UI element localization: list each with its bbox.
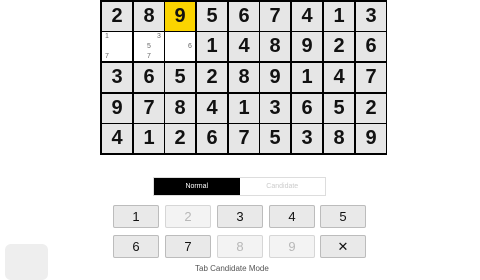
candidate-digit: [185, 51, 195, 61]
sudoku-cell[interactable]: 4: [102, 124, 132, 153]
sudoku-cell[interactable]: 3: [102, 63, 132, 92]
candidate-digit: [134, 42, 144, 52]
sudoku-cell[interactable]: 4: [292, 2, 322, 31]
number-key-button[interactable]: 3: [217, 205, 263, 228]
sudoku-cell[interactable]: 2: [197, 63, 227, 92]
sudoku-cell[interactable]: 4: [197, 94, 227, 123]
candidate-digit: [154, 42, 164, 52]
sudoku-cell[interactable]: 3: [260, 94, 290, 123]
sudoku-cell[interactable]: 6: [165, 32, 195, 61]
sudoku-cell[interactable]: 2: [356, 94, 386, 123]
sudoku-cell[interactable]: 6: [134, 63, 164, 92]
number-key-button[interactable]: 7: [165, 235, 211, 258]
candidate-digit: 1: [105, 33, 109, 41]
sudoku-cell[interactable]: 2: [102, 2, 132, 31]
candidate-digit: 7: [105, 52, 109, 60]
clear-key-button[interactable]: ✕: [320, 235, 366, 258]
sudoku-cell[interactable]: 9: [102, 94, 132, 123]
sudoku-cell[interactable]: 6: [229, 2, 259, 31]
sudoku-cell[interactable]: 6: [197, 124, 227, 153]
sudoku-cell[interactable]: 9: [356, 124, 386, 153]
candidate-digit: 7: [147, 52, 151, 60]
number-key-button[interactable]: 4: [269, 205, 315, 228]
sudoku-cell[interactable]: 6: [292, 94, 322, 123]
sudoku-cell[interactable]: 2: [165, 124, 195, 153]
number-key-button[interactable]: 8: [217, 235, 263, 258]
sudoku-cell[interactable]: 5: [165, 63, 195, 92]
number-key-button[interactable]: 9: [269, 235, 315, 258]
sudoku-cell[interactable]: 7: [229, 124, 259, 153]
sudoku-cell[interactable]: 3: [292, 124, 322, 153]
candidate-digit: [165, 32, 175, 42]
number-key-button[interactable]: 1: [113, 205, 159, 228]
sudoku-cell[interactable]: 8: [165, 94, 195, 123]
sudoku-cell[interactable]: 2: [324, 32, 354, 61]
sudoku-cell[interactable]: 1: [292, 63, 322, 92]
sudoku-cell[interactable]: 17: [102, 32, 132, 61]
entry-mode-toggle: Normal Candidate: [153, 177, 326, 196]
sudoku-cell[interactable]: 7: [260, 2, 290, 31]
sudoku-cell[interactable]: 1: [134, 124, 164, 153]
sudoku-cell[interactable]: 5: [260, 124, 290, 153]
candidate-digit: [122, 51, 132, 61]
candidate-digit: [165, 42, 175, 52]
candidate-digit: 6: [188, 42, 192, 50]
menu-button[interactable]: [5, 244, 48, 280]
keyboard-hint: Tab Candidate Mode: [195, 264, 269, 273]
candidate-digit: [154, 51, 164, 61]
candidate-digit: [134, 32, 144, 42]
sudoku-cell[interactable]: 7: [356, 63, 386, 92]
sudoku-cell[interactable]: 8: [260, 32, 290, 61]
candidate-notes: 6: [165, 32, 195, 61]
candidate-digit: [112, 42, 122, 52]
sudoku-cell[interactable]: 1: [197, 32, 227, 61]
sudoku-cell[interactable]: 4: [229, 32, 259, 61]
candidate-digit: [134, 51, 144, 61]
candidate-digit: [112, 32, 122, 42]
candidate-digit: [175, 51, 185, 61]
sudoku-board: 2895674131735761489263652891479784136524…: [100, 0, 387, 155]
number-key-button[interactable]: 5: [320, 205, 366, 228]
candidate-notes: 17: [102, 32, 132, 61]
sudoku-cell[interactable]: 4: [324, 63, 354, 92]
normal-mode-button[interactable]: Normal: [154, 178, 240, 195]
candidate-digit: [175, 42, 185, 52]
candidate-digit: [112, 51, 122, 61]
sudoku-cell[interactable]: 35 7: [134, 32, 164, 61]
sudoku-cell[interactable]: 3: [356, 2, 386, 31]
candidate-digit: [165, 51, 175, 61]
number-key-button[interactable]: 2: [165, 205, 211, 228]
sudoku-cell[interactable]: 5: [324, 94, 354, 123]
sudoku-cell[interactable]: 8: [134, 2, 164, 31]
sudoku-cell[interactable]: 6: [356, 32, 386, 61]
sudoku-cell[interactable]: 5: [197, 2, 227, 31]
number-key-button[interactable]: 6: [113, 235, 159, 258]
candidate-digit: [144, 32, 154, 42]
candidate-digit: [102, 42, 112, 52]
sudoku-cell[interactable]: 9: [260, 63, 290, 92]
sudoku-cell[interactable]: 9: [292, 32, 322, 61]
sudoku-cell[interactable]: 1: [229, 94, 259, 123]
candidate-notes: 35 7: [134, 32, 164, 61]
candidate-digit: 5: [147, 42, 151, 50]
candidate-mode-button[interactable]: Candidate: [239, 178, 325, 195]
sudoku-cell[interactable]: 9: [165, 2, 195, 31]
sudoku-cell[interactable]: 7: [134, 94, 164, 123]
candidate-digit: 3: [157, 33, 161, 41]
candidate-digit: [122, 42, 132, 52]
sudoku-cell[interactable]: 8: [229, 63, 259, 92]
candidate-digit: [122, 32, 132, 42]
sudoku-cell[interactable]: 1: [324, 2, 354, 31]
candidate-digit: [185, 32, 195, 42]
sudoku-cell[interactable]: 8: [324, 124, 354, 153]
candidate-digit: [175, 32, 185, 42]
